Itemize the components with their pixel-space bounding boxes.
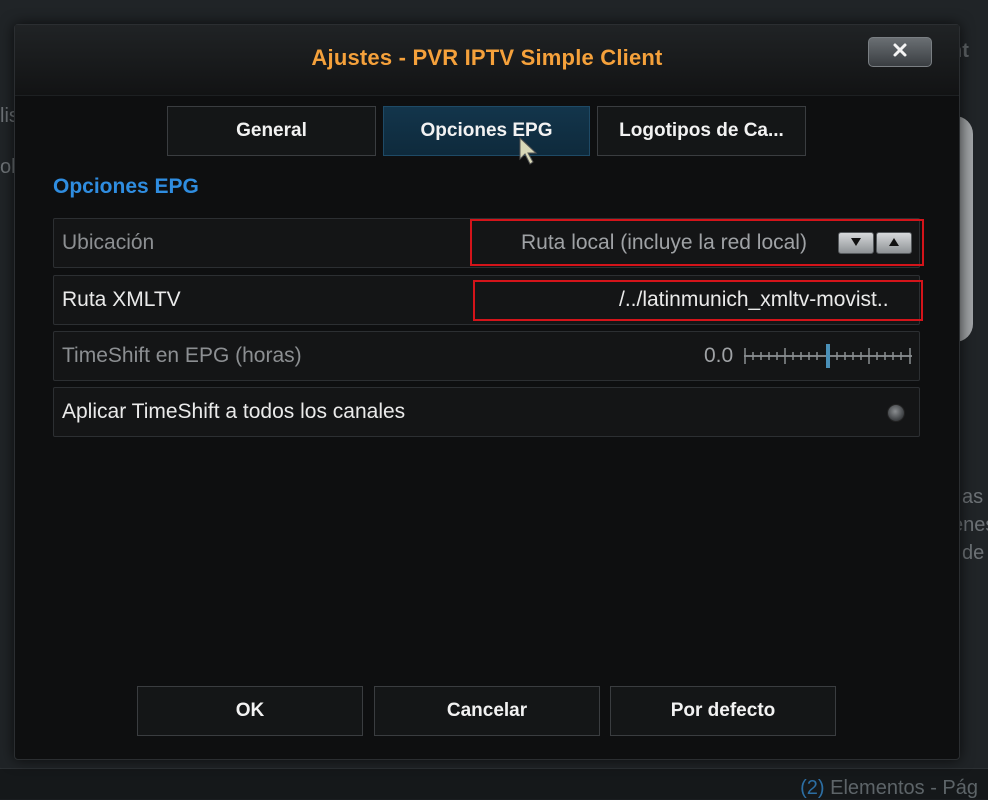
- setting-label: Ubicación: [62, 231, 155, 254]
- close-button[interactable]: [868, 37, 932, 67]
- tab-opciones-epg[interactable]: Opciones EPG: [383, 106, 590, 156]
- setting-label: Aplicar TimeShift a todos los canales: [62, 400, 406, 423]
- tab-logotipos[interactable]: Logotipos de Ca...: [597, 106, 806, 156]
- timeshift-toggle[interactable]: [887, 404, 905, 422]
- timeshift-value: 0.0: [704, 344, 734, 367]
- settings-dialog: Ajustes - PVR IPTV Simple Client General…: [14, 24, 960, 760]
- close-icon: [892, 42, 908, 63]
- status-label: Elementos - Pág: [830, 777, 978, 799]
- cancel-button[interactable]: Cancelar: [374, 686, 600, 736]
- setting-label: TimeShift en EPG (horas): [62, 344, 302, 367]
- button-label: OK: [235, 700, 265, 721]
- default-button[interactable]: Por defecto: [610, 686, 836, 736]
- dialog-title: Ajustes - PVR IPTV Simple Client: [311, 45, 663, 70]
- tab-general[interactable]: General: [167, 106, 376, 156]
- mouse-cursor-icon: [519, 136, 541, 170]
- setting-aplicar-timeshift[interactable]: Aplicar TimeShift a todos los canales: [53, 387, 920, 437]
- section-title: Opciones EPG: [53, 175, 199, 198]
- item-count: (2): [800, 777, 825, 799]
- tab-label: General: [236, 120, 307, 141]
- button-label: Cancelar: [446, 700, 528, 721]
- ok-button[interactable]: OK: [137, 686, 363, 736]
- setting-timeshift-epg[interactable]: TimeShift en EPG (horas) 0.0: [53, 331, 920, 381]
- highlight-box: [473, 280, 923, 321]
- tab-label: Logotipos de Ca...: [619, 120, 784, 141]
- timeshift-slider[interactable]: [744, 342, 912, 370]
- dialog-titlebar: Ajustes - PVR IPTV Simple Client: [15, 25, 959, 96]
- highlight-box: [470, 219, 924, 266]
- setting-label: Ruta XMLTV: [62, 288, 181, 311]
- background-text: de: [962, 542, 985, 564]
- background-text: as: [962, 486, 984, 508]
- status-text: (2) Elementos - Pág: [800, 777, 978, 800]
- button-label: Por defecto: [670, 700, 776, 721]
